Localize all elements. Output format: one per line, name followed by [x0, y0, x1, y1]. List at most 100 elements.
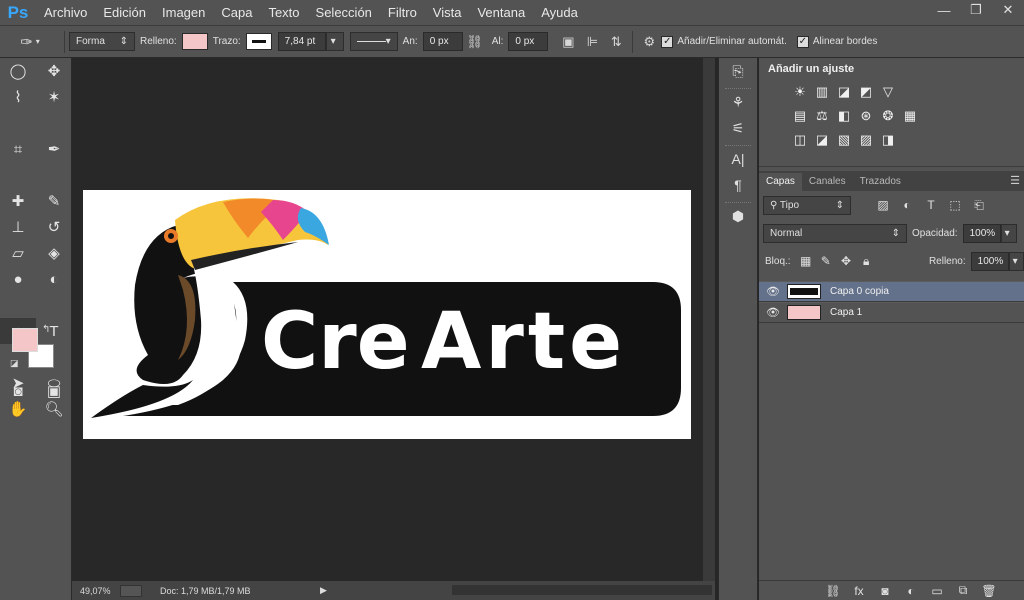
adjustment-icon[interactable]: ▽	[879, 84, 897, 99]
fill-opacity-dropdown[interactable]: ▾	[1008, 251, 1024, 271]
stroke-width-dropdown[interactable]: ▾	[325, 32, 344, 51]
character-panel-icon[interactable]: A|	[719, 146, 757, 172]
opacity-input[interactable]: 100%	[962, 223, 1001, 243]
eyedropper-icon[interactable]: ✒	[36, 136, 72, 162]
lock-pixels-icon[interactable]: ✎	[816, 254, 836, 268]
lock-transparent-icon[interactable]: ▦	[796, 254, 816, 268]
path-arrangement-icon[interactable]: ⇅	[604, 34, 628, 50]
3d-panel-icon[interactable]: ⬢	[719, 203, 757, 229]
paragraph-panel-icon[interactable]: ¶	[719, 172, 757, 198]
adjustment-icon[interactable]: ▦	[901, 108, 919, 123]
adjustment-icon[interactable]: ❂	[879, 108, 897, 123]
adjustment-icon[interactable]: ⚖	[813, 108, 831, 123]
visibility-eye-icon[interactable]: 👁︎	[759, 306, 787, 319]
canvas-workspace[interactable]: Cre Arte	[72, 58, 715, 581]
clone-stamp-icon[interactable]: ⊥	[0, 214, 36, 240]
lock-position-icon[interactable]: ✥	[836, 254, 856, 268]
screen-mode-icon[interactable]: ▣	[36, 380, 72, 402]
menu-seleccion[interactable]: Selección	[308, 0, 380, 25]
menu-texto[interactable]: Texto	[260, 0, 307, 25]
adjustment-icon[interactable]: ◪	[835, 84, 853, 99]
adjustment-icon[interactable]: ▨	[857, 132, 875, 147]
fill-swatch[interactable]	[181, 33, 208, 50]
visibility-eye-icon[interactable]: 👁︎	[759, 285, 787, 298]
horizontal-scrollbar[interactable]	[452, 585, 712, 595]
adjustment-icon[interactable]: ▧	[835, 132, 853, 147]
adjustment-layer-icon[interactable]: ◐	[898, 584, 924, 598]
blend-mode-select[interactable]: Normal ⇕	[763, 223, 907, 243]
default-colors-icon[interactable]: ◪	[10, 358, 19, 369]
layer-filter-select[interactable]: ⚲ Tipo ⇕	[763, 195, 851, 215]
lasso-icon[interactable]: ⌇	[0, 84, 36, 110]
path-operations-icon[interactable]: ▣	[556, 34, 580, 50]
align-edges-checkbox[interactable]: ✓	[796, 35, 809, 48]
adjustment-icon[interactable]: ◨	[879, 132, 897, 147]
new-layer-icon[interactable]: ⧉	[950, 583, 976, 598]
delete-layer-icon[interactable]: 🗑︎	[976, 584, 1002, 598]
height-input[interactable]: 0 px	[508, 32, 549, 51]
adjustment-icon[interactable]: ⊛	[857, 108, 875, 123]
layer-row-capa-1[interactable]: 👁︎ Capa 1	[759, 302, 1024, 323]
menu-filtro[interactable]: Filtro	[380, 0, 425, 25]
brush-icon[interactable]: ✎	[36, 188, 72, 214]
layer-style-icon[interactable]: fx	[846, 584, 872, 598]
adjustment-icon[interactable]: ◧	[835, 108, 853, 123]
path-alignment-icon[interactable]: ⊫	[580, 34, 604, 50]
layer-row-capa-0-copia[interactable]: 👁︎ Capa 0 copia	[759, 281, 1024, 302]
menu-imagen[interactable]: Imagen	[154, 0, 213, 25]
stroke-width-input[interactable]: 7,84 pt	[277, 32, 326, 51]
panel-menu-icon[interactable]: ☰	[1010, 174, 1020, 187]
swap-colors-icon[interactable]: ↰	[42, 324, 50, 335]
brush-presets-icon[interactable]: ⚟	[719, 115, 757, 141]
crop-icon[interactable]: ⌗	[0, 136, 36, 162]
menu-ayuda[interactable]: Ayuda	[533, 0, 586, 25]
menu-vista[interactable]: Vista	[425, 0, 470, 25]
tab-canales[interactable]: Canales	[802, 173, 853, 191]
tab-trazados[interactable]: Trazados	[853, 173, 908, 191]
new-group-icon[interactable]: ▭	[924, 584, 950, 598]
paint-bucket-icon[interactable]: ◈	[36, 240, 72, 266]
filter-shape-icon[interactable]: ⬚	[943, 198, 967, 212]
filter-type-icon[interactable]: T	[919, 198, 943, 212]
link-layers-icon[interactable]: ⛓	[820, 584, 846, 598]
quick-mask-icon[interactable]: ◙	[0, 380, 36, 402]
stroke-swatch[interactable]	[245, 33, 272, 50]
menu-archivo[interactable]: Archivo	[36, 0, 95, 25]
opacity-dropdown[interactable]: ▾	[1000, 223, 1017, 243]
adjustment-icon[interactable]: ◩	[857, 84, 875, 99]
filter-adjustment-icon[interactable]: ◐	[895, 198, 919, 212]
filter-smart-object-icon[interactable]: ⎗	[967, 198, 991, 213]
document-canvas[interactable]: Cre Arte	[83, 190, 691, 439]
foreground-color[interactable]	[12, 328, 38, 352]
minimize-button[interactable]: —	[928, 0, 960, 20]
adjustment-icon[interactable]: ▤	[791, 108, 809, 123]
lock-all-icon[interactable]: 🔒︎	[856, 254, 876, 269]
fill-opacity-input[interactable]: 100%	[970, 251, 1009, 271]
tool-preset-picker[interactable]: ✑ ▾	[0, 29, 60, 55]
magic-wand-icon[interactable]: ✶	[36, 84, 72, 110]
filter-pixel-icon[interactable]: ▨	[871, 198, 895, 212]
eraser-icon[interactable]: ▱	[0, 240, 36, 266]
add-mask-icon[interactable]: ◙	[872, 584, 898, 598]
link-icon[interactable]: ⛓	[463, 34, 487, 50]
healing-brush-icon[interactable]: ✚	[0, 188, 36, 214]
gear-icon[interactable]: ⚙	[637, 34, 661, 50]
menu-edicion[interactable]: Edición	[95, 0, 154, 25]
zoom-level[interactable]: 49,07%	[72, 586, 120, 596]
close-button[interactable]: ✕	[992, 0, 1024, 20]
dodge-icon[interactable]: ◐	[36, 266, 72, 292]
stroke-type-select[interactable]: ▾	[349, 32, 398, 51]
adjustment-icon[interactable]: ◪	[813, 132, 831, 147]
adjustment-icon[interactable]: ▥	[813, 84, 831, 99]
blur-icon[interactable]: ●	[0, 266, 36, 292]
history-brush-icon[interactable]: ↺	[36, 214, 72, 240]
restore-button[interactable]: ❐	[960, 0, 992, 20]
auto-add-checkbox[interactable]: ✓	[661, 35, 674, 48]
marquee-icon[interactable]: ◯	[0, 58, 36, 84]
status-menu-arrow-icon[interactable]: ▶	[320, 585, 327, 596]
move-icon[interactable]: ✥	[36, 58, 72, 84]
menu-ventana[interactable]: Ventana	[469, 0, 533, 25]
history-panel-icon[interactable]: ⎘	[719, 58, 757, 84]
brush-panel-icon[interactable]: ⚘	[719, 89, 757, 115]
tab-capas[interactable]: Capas	[759, 173, 802, 191]
